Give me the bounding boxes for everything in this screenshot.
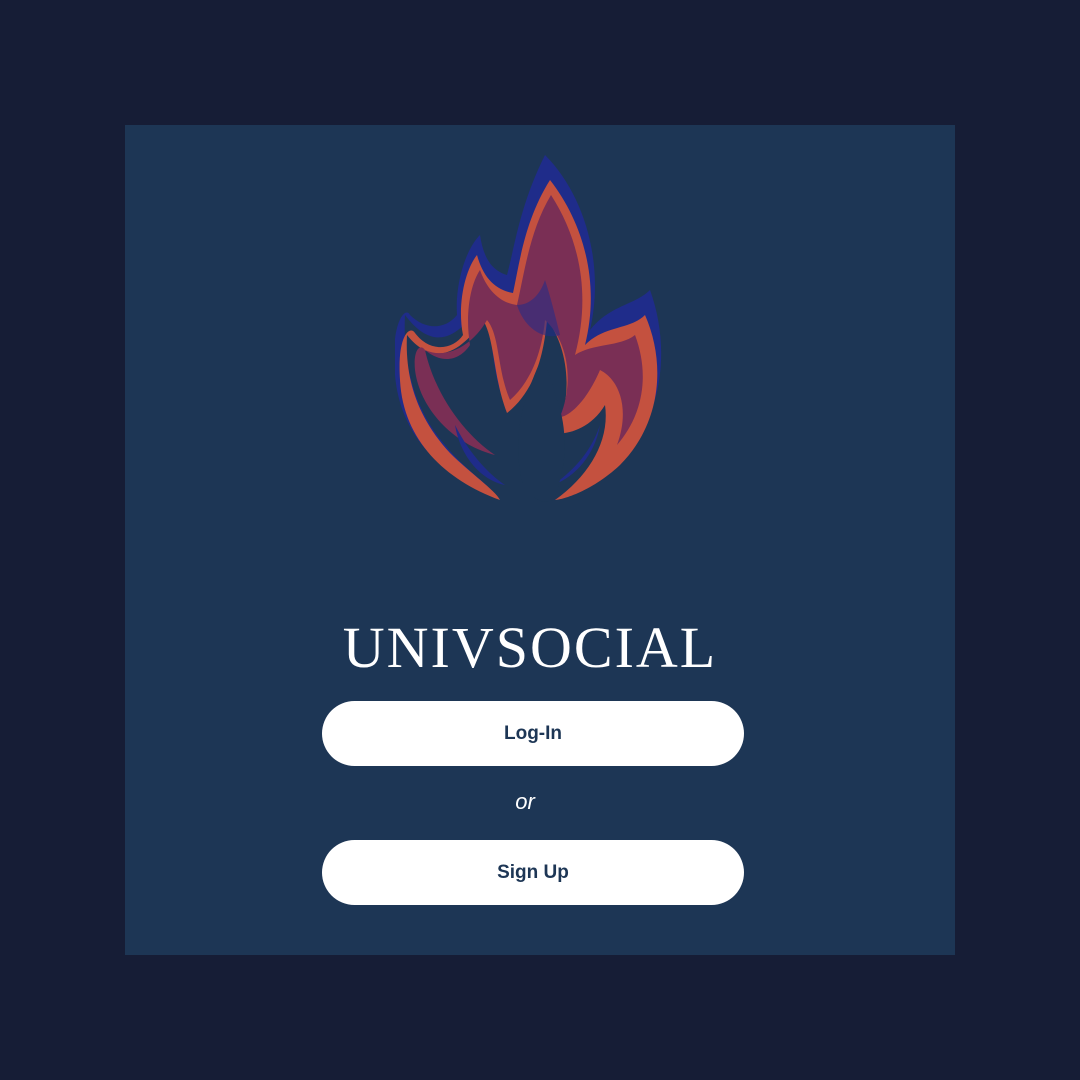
or-separator: or: [515, 789, 535, 814]
login-button[interactable]: Log-In: [322, 701, 744, 766]
app-title: UNIVSOCIAL: [342, 615, 718, 680]
signup-button[interactable]: Sign Up: [322, 840, 744, 905]
flame-icon: [395, 155, 685, 515]
welcome-panel: UNIVSOCIAL Log-In or Sign Up: [125, 125, 955, 955]
